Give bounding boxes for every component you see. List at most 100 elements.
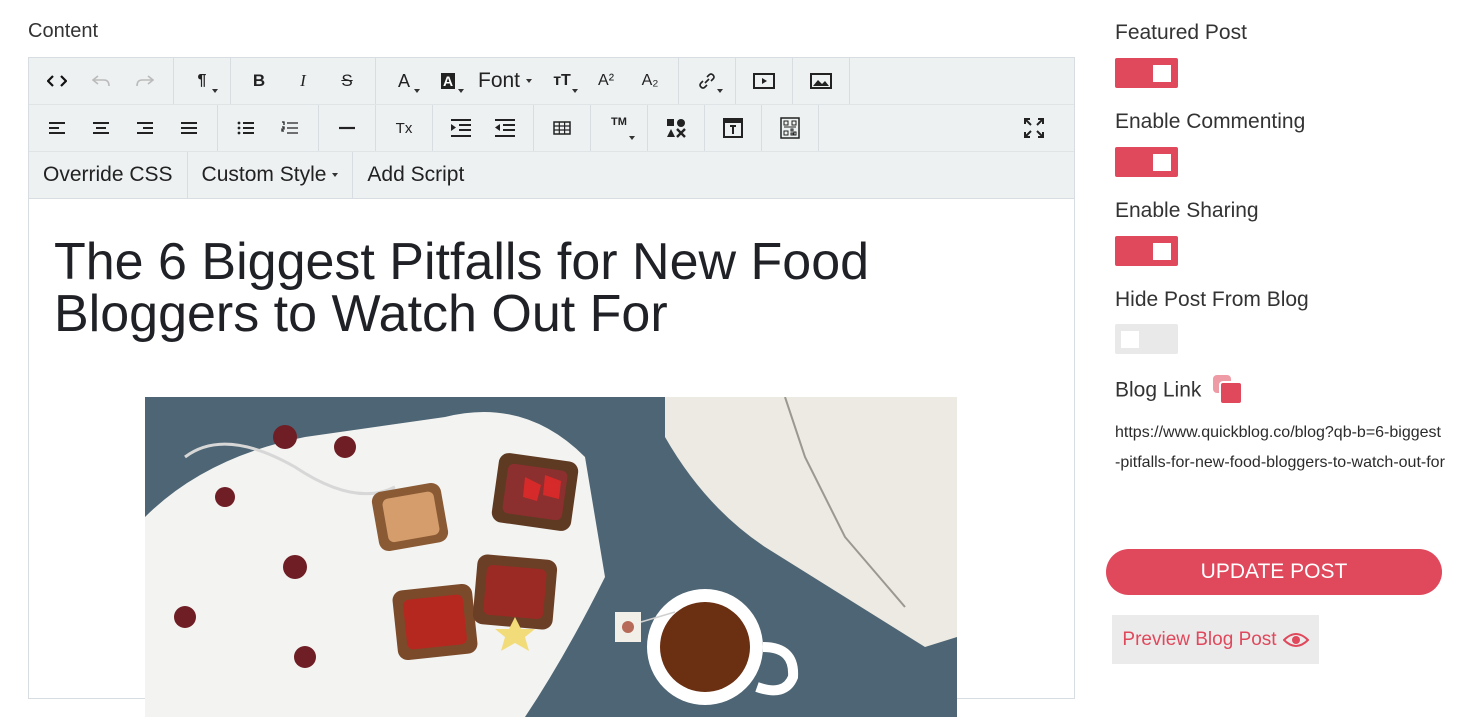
align-center-button[interactable] — [79, 110, 123, 146]
superscript-button[interactable]: A² — [584, 63, 628, 99]
enable-commenting-label: Enable Commenting — [1115, 110, 1306, 133]
clear-formatting-button[interactable]: Tx — [382, 110, 426, 146]
add-script-button[interactable]: Add Script — [353, 152, 478, 198]
code-view-button[interactable] — [35, 63, 79, 99]
bold-icon: B — [252, 71, 266, 90]
undo-icon — [92, 75, 110, 87]
outdent-button[interactable] — [483, 110, 527, 146]
update-post-button[interactable]: UPDATE POST — [1106, 549, 1442, 595]
insert-video-button[interactable] — [742, 63, 786, 99]
editor-toolbar: ¶ B I S A A Font тT A² A₂ Tx TM Override… — [29, 58, 1074, 199]
fullscreen-button[interactable] — [1012, 110, 1056, 146]
qr-embed-icon — [780, 117, 800, 139]
insert-embed-button[interactable] — [768, 110, 812, 146]
superscript-icon: A² — [598, 72, 615, 89]
bulleted-list-button[interactable] — [224, 110, 268, 146]
toolbar-group-clear: Tx — [376, 105, 433, 151]
document-title[interactable]: The 6 Biggest Pitfalls for New Food Blog… — [54, 236, 954, 340]
insert-table-button[interactable] — [540, 110, 584, 146]
copy-icon[interactable] — [1213, 375, 1244, 405]
font-color-icon: A — [397, 70, 410, 91]
override-css-button[interactable]: Override CSS — [29, 152, 188, 198]
toolbar-group-special: TM — [591, 105, 648, 151]
insert-link-button[interactable] — [685, 63, 729, 99]
bulleted-list-icon — [237, 121, 254, 135]
toolbar-row-2: Tx TM — [29, 105, 1074, 152]
redo-icon — [136, 75, 154, 87]
subscript-button[interactable]: A₂ — [628, 63, 672, 99]
outdent-icon — [495, 119, 515, 137]
rich-text-editor: ¶ B I S A A Font тT A² A₂ Tx TM Override… — [28, 57, 1075, 717]
link-icon — [699, 73, 715, 89]
fullscreen-icon — [1024, 118, 1044, 138]
preview-label: Preview Blog Post — [1122, 628, 1277, 650]
horizontal-rule-button[interactable] — [325, 110, 369, 146]
font-size-button[interactable]: тT — [540, 63, 584, 99]
template-icon — [723, 118, 743, 138]
enable-sharing-label: Enable Sharing — [1115, 199, 1259, 222]
subscript-icon: A₂ — [641, 72, 659, 89]
highlight-icon: A — [440, 73, 456, 89]
align-right-icon — [137, 122, 153, 134]
hide-post-label: Hide Post From Blog — [1115, 288, 1309, 311]
bold-button[interactable]: B — [237, 63, 281, 99]
undo-button[interactable] — [79, 63, 123, 99]
toolbar-row-3: Override CSS Custom Style Add Script — [29, 152, 1074, 198]
font-size-icon: тT — [553, 72, 571, 89]
insert-symbols-button[interactable] — [654, 110, 698, 146]
code-icon — [47, 75, 67, 87]
toggle-knob — [1153, 154, 1171, 171]
image-icon — [810, 73, 833, 89]
chevron-down-icon — [332, 173, 339, 177]
custom-style-dropdown[interactable]: Custom Style — [188, 152, 354, 198]
post-image[interactable] — [145, 397, 957, 717]
enable-sharing-toggle[interactable] — [1115, 236, 1178, 266]
numbered-list-icon — [281, 121, 298, 134]
hide-post-toggle[interactable] — [1115, 324, 1178, 354]
table-icon — [553, 121, 571, 135]
font-family-dropdown[interactable]: Font — [470, 63, 540, 99]
indent-button[interactable] — [439, 110, 483, 146]
toolbar-row-1: ¶ B I S A A Font тT A² A₂ — [29, 58, 1074, 105]
toggle-knob — [1121, 331, 1139, 348]
toolbar-group-align — [29, 105, 218, 151]
toolbar-group-paragraph: ¶ — [174, 58, 231, 104]
insert-template-button[interactable] — [711, 110, 755, 146]
toggle-knob — [1153, 65, 1171, 82]
highlight-button[interactable]: A — [426, 63, 470, 99]
align-justify-button[interactable] — [167, 110, 211, 146]
toolbar-group-font: A A Font тT A² A₂ — [376, 58, 680, 104]
special-characters-button[interactable]: TM — [597, 110, 641, 146]
eye-icon — [1282, 632, 1309, 647]
align-right-button[interactable] — [123, 110, 167, 146]
blog-url-text: https://www.quickblog.co/blog?qb-b=6-big… — [1115, 424, 1445, 471]
align-center-icon — [93, 122, 109, 134]
toolbar-group-emoticons — [648, 105, 705, 151]
content-label: Content — [28, 20, 99, 42]
toolbar-group-media — [736, 58, 794, 104]
redo-button[interactable] — [123, 63, 167, 99]
strikethrough-icon: S — [341, 71, 353, 90]
clear-formatting-icon: Tx — [395, 119, 413, 137]
trademark-icon: TM — [611, 116, 627, 128]
numbered-list-button[interactable] — [268, 110, 312, 146]
align-left-button[interactable] — [35, 110, 79, 146]
font-color-button[interactable]: A — [382, 63, 426, 99]
toolbar-group-indent — [433, 105, 534, 151]
enable-commenting-toggle[interactable] — [1115, 147, 1178, 177]
featured-post-label: Featured Post — [1115, 21, 1247, 44]
toolbar-group-history — [29, 58, 174, 104]
italic-button[interactable]: I — [281, 63, 325, 99]
paragraph-format-button[interactable]: ¶ — [180, 63, 224, 99]
strikethrough-button[interactable]: S — [325, 63, 369, 99]
align-left-icon — [49, 122, 65, 134]
food-photo-illustration — [145, 397, 957, 717]
featured-post-toggle[interactable] — [1115, 58, 1178, 88]
horizontal-rule-icon — [339, 126, 355, 130]
preview-blog-post-button[interactable]: Preview Blog Post — [1112, 615, 1319, 664]
toolbar-group-link — [679, 58, 737, 104]
toolbar-group-image — [793, 58, 851, 104]
blog-link-label: Blog Link — [1115, 378, 1202, 402]
symbols-icon — [667, 119, 686, 138]
insert-image-button[interactable] — [799, 63, 843, 99]
